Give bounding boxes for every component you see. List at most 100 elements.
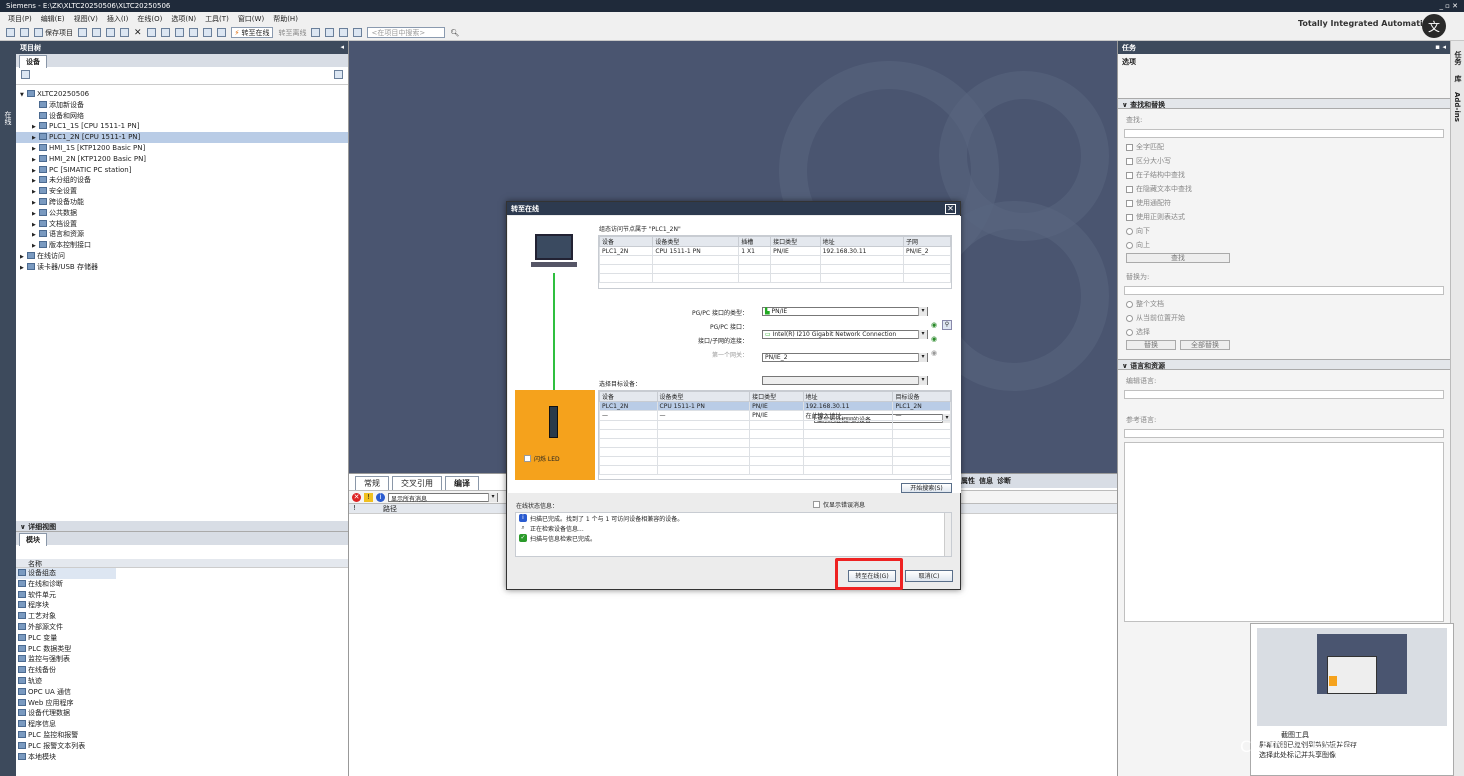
target-row[interactable]: PLC1_2N CPU 1511-1 PN PN/IE 192.168.30.11 PL… <box>599 401 951 411</box>
find-option[interactable]: 区分大小写 <box>1118 154 1450 168</box>
download-icon[interactable] <box>188 28 198 37</box>
direction-option[interactable]: 向下 <box>1118 224 1450 238</box>
tree-item[interactable]: 设备和网络 <box>16 111 348 122</box>
close-icon[interactable]: ✕ <box>945 204 956 214</box>
if-type-select[interactable]: ▙ PN/IE <box>762 307 928 316</box>
detail-item[interactable]: 工艺对象 <box>16 611 348 622</box>
tree-item[interactable]: ▶ 语言和资源 <box>16 229 348 240</box>
detail-item[interactable]: 监控与强制表 <box>16 654 348 665</box>
tree-item[interactable]: ▼ XLTC20250506 <box>16 89 348 100</box>
find-option[interactable]: 使用通配符 <box>1118 196 1450 210</box>
upload-icon[interactable] <box>202 28 212 37</box>
inspector-tab[interactable]: 交叉引用 <box>392 476 442 490</box>
find-input[interactable] <box>1124 129 1444 138</box>
menu-item[interactable]: 窗口(W) <box>238 14 264 23</box>
tree-overview-icon[interactable] <box>21 70 30 79</box>
tree-item[interactable]: ▶ 跨设备功能 <box>16 197 348 208</box>
tree-item[interactable]: ▶ HMI_1S [KTP1200 Basic PN] <box>16 143 348 154</box>
inspector-tab[interactable]: 常规 <box>355 476 389 490</box>
inspector-right-tab[interactable]: 信息 <box>979 476 993 486</box>
target-cell[interactable]: 在此输入地址 <box>802 410 894 421</box>
detail-item[interactable]: 轨迹 <box>16 676 348 687</box>
edit-language-select[interactable] <box>1124 390 1444 399</box>
paste-icon[interactable] <box>120 28 129 37</box>
replace-button[interactable]: 替换 <box>1126 340 1176 350</box>
checkbox[interactable] <box>1126 199 1133 207</box>
flash-led-checkbox[interactable] <box>524 455 531 462</box>
side-tab[interactable]: 任务 <box>1453 51 1463 65</box>
detail-item[interactable]: 本地模块 <box>16 752 348 763</box>
detail-view-header[interactable]: ∨ 详细视图 <box>16 521 348 532</box>
message-filter-select[interactable]: 显示所有消息 <box>388 492 498 503</box>
expand-arrow-icon[interactable]: ▶ <box>20 263 27 274</box>
detail-item[interactable]: 在线备份 <box>16 665 348 676</box>
inspector-tab[interactable]: 编译 <box>445 476 479 490</box>
detail-item[interactable]: 设备代理数据 <box>16 708 348 719</box>
new-project-icon[interactable] <box>6 28 15 37</box>
search-icon[interactable]: 🔍︎ <box>450 29 459 37</box>
side-tab[interactable]: 库 <box>1453 75 1463 82</box>
detail-item[interactable]: PLC 报警文本列表 <box>16 741 348 752</box>
panel-controls-icon[interactable]: ▪ ◂ <box>1435 43 1446 52</box>
menu-item[interactable]: 工具(T) <box>205 14 229 23</box>
menu-item[interactable]: 项目(P) <box>8 14 32 23</box>
find-replace-section[interactable]: ∨ 查找和替换 <box>1118 98 1450 109</box>
print-icon[interactable] <box>78 28 87 37</box>
split-horizontal-icon[interactable] <box>339 28 349 37</box>
radio[interactable] <box>1126 314 1133 322</box>
detail-item[interactable]: 设备组态 <box>16 568 116 579</box>
tree-item[interactable]: ▶ 读卡器/USB 存储器 <box>16 262 348 273</box>
detail-item[interactable]: PLC 监控和报警 <box>16 730 348 741</box>
node-row[interactable]: PLC1_2N CPU 1511-1 PN 1 X1 PN/IE 192.168.30.… <box>598 246 951 256</box>
go-offline-button[interactable]: 转至离线 <box>278 28 306 38</box>
copy-icon[interactable] <box>106 28 115 37</box>
tree-item[interactable]: 添加新设备 <box>16 100 348 111</box>
detail-item[interactable]: 在线和诊断 <box>16 579 348 590</box>
cut-icon[interactable] <box>92 28 101 37</box>
find-option[interactable]: 使用正则表达式 <box>1118 210 1450 224</box>
compile-icon[interactable] <box>174 28 184 37</box>
detail-item[interactable]: PLC 变量 <box>16 633 348 644</box>
detail-item[interactable]: OPC UA 通信 <box>16 687 348 698</box>
find-button[interactable]: 查找 <box>1126 253 1230 263</box>
tree-item[interactable]: ▶ 版本控制接口 <box>16 240 348 251</box>
menu-item[interactable]: 选项(N) <box>171 14 196 23</box>
detail-item[interactable]: 外部源文件 <box>16 622 348 633</box>
translate-icon[interactable]: 文 <box>1422 14 1446 38</box>
target-row[interactable]: — — PN/IE 在此输入地址 — <box>599 410 951 421</box>
menu-item[interactable]: 视图(V) <box>74 14 98 23</box>
inspector-right-tab[interactable]: 诊断 <box>997 476 1011 486</box>
redo-icon[interactable] <box>160 28 170 37</box>
simulation-icon[interactable] <box>216 28 226 37</box>
split-vertical-icon[interactable] <box>353 28 363 37</box>
cross-reference-icon[interactable] <box>325 28 335 37</box>
side-tab[interactable]: Add-ins <box>1453 92 1461 122</box>
find-option[interactable]: 全字匹配 <box>1118 140 1450 154</box>
tree-item[interactable]: ▶ PLC1_2N [CPU 1511-1 PN] <box>16 132 348 143</box>
properties-icon[interactable]: ⚲ <box>942 320 952 330</box>
save-project-button[interactable]: 保存项目 <box>34 28 73 38</box>
tree-item[interactable]: ▶ 公共数据 <box>16 208 348 219</box>
language-section[interactable]: ∨ 语言和资源 <box>1118 359 1450 370</box>
menu-item[interactable]: 编辑(E) <box>41 14 65 23</box>
project-search-input[interactable]: <在项目中搜索> <box>367 27 446 38</box>
detail-item[interactable]: 软件单元 <box>16 590 348 601</box>
replace-input[interactable] <box>1124 286 1444 295</box>
info-filter-icon[interactable]: i <box>376 492 385 502</box>
scope-option[interactable]: 整个文档 <box>1118 297 1450 311</box>
detail-item[interactable]: 程序信息 <box>16 719 348 730</box>
warning-filter-icon[interactable]: ! <box>364 492 373 502</box>
online-side-tab[interactable]: 在线 <box>3 111 13 125</box>
find-option[interactable]: 在隐藏文本中查找 <box>1118 182 1450 196</box>
inspector-right-tab[interactable]: 属性 <box>961 476 975 486</box>
menu-item[interactable]: 插入(I) <box>107 14 129 23</box>
gateway-select[interactable] <box>762 376 928 385</box>
checkbox[interactable] <box>1126 171 1133 179</box>
scope-option[interactable]: 从当前位置开始 <box>1118 311 1450 325</box>
detail-item[interactable]: Web 应用程序 <box>16 698 348 709</box>
checkbox[interactable] <box>1126 157 1133 165</box>
conn-select[interactable]: PN/IE_2 <box>762 353 928 362</box>
tree-item[interactable]: ▶ HMI_2N [KTP1200 Basic PN] <box>16 154 348 165</box>
tree-item[interactable]: ▶ PC [SIMATIC PC station] <box>16 165 348 176</box>
tree-item[interactable]: ▶ 文档设置 <box>16 219 348 230</box>
